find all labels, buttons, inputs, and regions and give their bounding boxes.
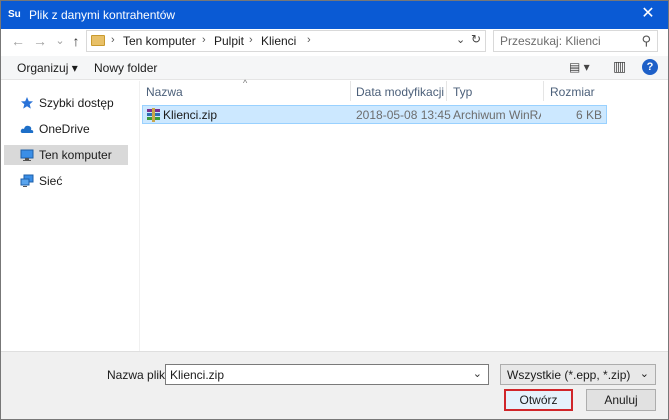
sort-ascending-icon: ^ [243,78,248,88]
command-bar: Organizuj ▾ Nowy folder ▤ ▾ ▥ ? [1,56,668,80]
chevron-right-icon[interactable]: › [202,34,206,46]
new-folder-button[interactable]: Nowy folder [94,61,157,75]
bottom-panel: Nazwa pliku: Klienci.zip ⌄ Wszystkie (*.… [1,351,668,419]
sidebar-item-label: Sieć [39,174,63,188]
forward-button[interactable]: → [31,31,49,51]
search-input[interactable]: Przeszukaj: Klienci ⚲ [493,30,658,52]
organize-menu-button[interactable]: Organizuj ▾ [17,61,78,75]
filename-value: Klienci.zip [170,368,225,382]
network-icon [20,174,34,187]
folder-icon [91,35,105,46]
up-button[interactable]: ↑ [67,31,85,51]
winrar-archive-icon [147,108,160,122]
breadcrumb-pulpit[interactable]: Pulpit [214,34,244,48]
help-button[interactable]: ? [642,59,658,75]
back-button[interactable]: ← [9,31,27,51]
column-divider[interactable] [446,81,447,101]
chevron-down-icon[interactable]: ⌄ [473,367,482,380]
sidebar-item-label: Ten komputer [39,148,112,162]
sidebar-item-quick-access[interactable]: Szybki dostęp [4,93,128,113]
cloud-icon [20,125,34,133]
file-list: ^ Nazwa Data modyfikacji Typ Rozmiar Kli… [140,78,668,351]
file-date: 2018-05-08 13:45 [356,108,451,122]
column-header-type[interactable]: Typ [453,85,472,99]
close-button[interactable]: ✕ [638,4,658,24]
search-icon[interactable]: ⚲ [641,33,651,49]
filename-input[interactable]: Klienci.zip ⌄ [165,364,489,385]
chevron-right-icon: › [111,34,115,46]
title-bar[interactable]: Su Plik z danymi kontrahentów ✕ [1,1,668,29]
sidebar-item-label: OneDrive [39,122,90,136]
dialog-title: Plik z danymi kontrahentów [29,8,176,22]
preview-pane-button[interactable]: ▥ [613,58,626,75]
refresh-button[interactable]: ↻ [471,32,481,46]
sidebar-item-label: Szybki dostęp [39,96,114,110]
search-placeholder: Przeszukaj: Klienci [500,34,601,48]
open-button[interactable]: Otwórz [504,389,573,411]
filter-value: Wszystkie (*.epp, *.zip) [507,368,631,382]
column-divider[interactable] [543,81,544,101]
address-dropdown-button[interactable]: ⌄ [456,33,465,46]
chevron-right-icon[interactable]: › [249,34,253,46]
column-header-size[interactable]: Rozmiar [550,85,595,99]
sidebar-item-onedrive[interactable]: OneDrive [4,119,128,139]
file-type: Archiwum WinRA... [453,108,541,122]
file-row[interactable]: Klienci.zip 2018-05-08 13:45 Archiwum Wi… [142,105,607,124]
navigation-row: ← → ⌄ ↑ › Ten komputer › Pulpit › Klienc… [1,29,668,53]
breadcrumb-klienci[interactable]: Klienci [261,34,296,48]
star-icon [21,97,33,109]
breadcrumb-ten-komputer[interactable]: Ten komputer [123,34,196,48]
sidebar-item-this-pc[interactable]: Ten komputer [4,145,128,165]
column-header-date[interactable]: Data modyfikacji [356,85,444,99]
chevron-right-icon[interactable]: › [307,34,311,46]
file-type-filter-select[interactable]: Wszystkie (*.epp, *.zip) ⌄ [500,364,656,385]
navigation-pane: Szybki dostęp OneDrive Ten komputer Sieć [1,81,139,351]
app-logo-icon: Su [8,9,21,20]
cancel-button[interactable]: Anuluj [586,389,656,411]
computer-icon [20,149,34,161]
chevron-down-icon[interactable]: ⌄ [640,367,649,380]
file-name: Klienci.zip [163,108,218,122]
file-size: 6 KB [575,108,602,122]
column-divider[interactable] [350,81,351,101]
column-header-name[interactable]: Nazwa [146,85,183,99]
address-bar[interactable]: › Ten komputer › Pulpit › Klienci › ⌄ ↻ [86,30,486,52]
sidebar-item-network[interactable]: Sieć [4,171,128,191]
file-open-dialog: Su Plik z danymi kontrahentów ✕ ← → ⌄ ↑ … [0,0,669,420]
change-view-button[interactable]: ▤ ▾ [569,60,590,74]
